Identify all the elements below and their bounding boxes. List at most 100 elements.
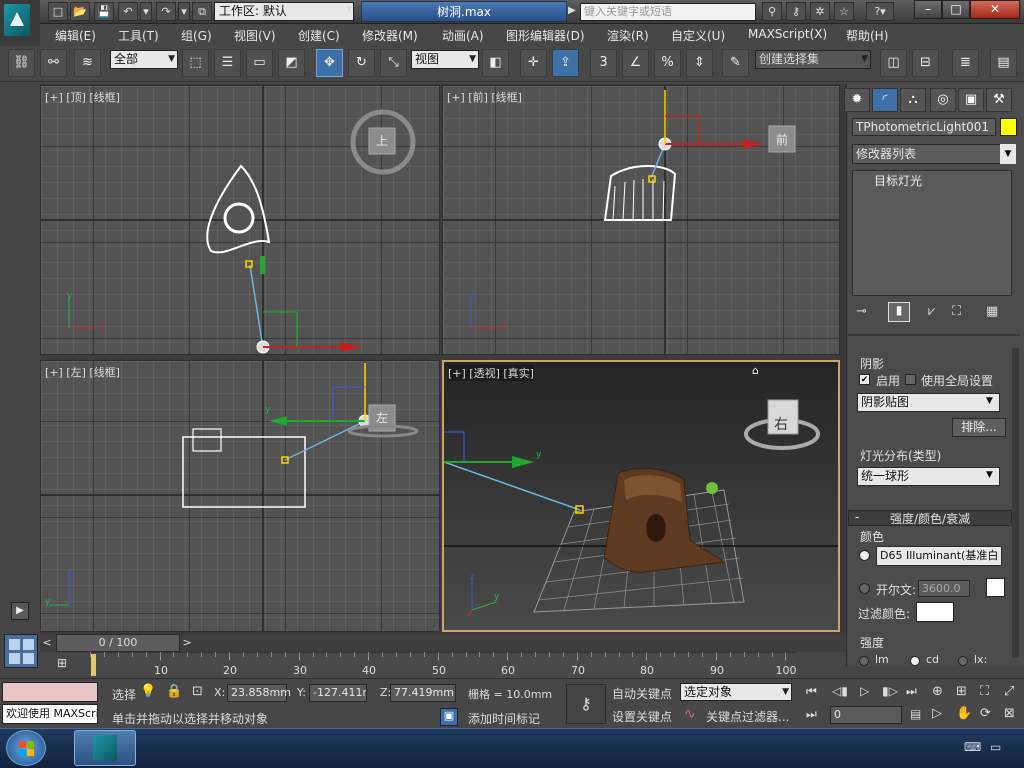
viewport-left[interactable]: [+] [左] [线框] 左 z y y — [40, 360, 440, 632]
layer-manager-icon[interactable]: ≣ — [952, 49, 979, 77]
menu-maxscript[interactable]: MAXScript(X) — [748, 27, 827, 41]
bind-spacewarp-icon[interactable]: ≋ — [74, 49, 101, 77]
candela-radio[interactable] — [910, 656, 920, 666]
configure-sets-icon[interactable]: ▦ — [986, 304, 998, 319]
time-slider-thumb[interactable]: 0 / 100 — [56, 634, 180, 652]
menu-customize[interactable]: 自定义(U) — [671, 27, 725, 44]
z-coordinate-field[interactable]: 77.419mm — [390, 684, 456, 702]
selection-region-icon[interactable]: ▭ — [246, 49, 273, 77]
redo-button[interactable]: ↷ — [156, 2, 176, 21]
kelvin-color-swatch[interactable] — [986, 578, 1005, 597]
undo-dropdown[interactable]: ▾ — [140, 2, 152, 21]
unlink-icon[interactable]: ⚯ — [40, 49, 67, 77]
dropdown-chevron-icon[interactable]: ▼ — [1000, 144, 1016, 164]
color-preset-select[interactable]: D65 Illuminant(基准白 — [876, 546, 1002, 566]
mirror-icon[interactable]: ◫ — [880, 49, 907, 77]
absolute-mode-icon[interactable]: ⊡ — [192, 684, 203, 699]
isolate-icon[interactable]: 💡 — [140, 684, 156, 699]
link-icon[interactable]: ⛓ — [8, 49, 35, 77]
view-cube-label[interactable]: 上 — [376, 132, 388, 149]
field-of-view-icon[interactable]: ▷ — [932, 706, 942, 721]
menu-rendering[interactable]: 渲染(R) — [607, 27, 649, 44]
toggle-ribbon-icon[interactable]: ▤ — [990, 49, 1017, 77]
maximize-button[interactable]: □ — [942, 0, 970, 19]
menu-graph-editors[interactable]: 图形编辑器(D) — [506, 27, 585, 44]
stack-item[interactable]: 目标灯光 — [874, 172, 922, 189]
orbit-icon[interactable]: ⟳ — [980, 706, 991, 721]
expand-arrow-icon[interactable]: ▶ — [568, 5, 576, 16]
rollout-collapse-icon[interactable]: - — [855, 510, 859, 524]
rotate-icon[interactable]: ↻ — [348, 49, 375, 77]
kelvin-radio[interactable] — [859, 583, 870, 594]
next-frame-icon[interactable]: > — [180, 634, 194, 652]
new-file-button[interactable]: □ — [48, 2, 68, 21]
zoom-extents-icon[interactable]: ⛶ — [980, 684, 989, 699]
auto-key-button[interactable]: 自动关键点 — [612, 685, 672, 702]
binoculars-icon[interactable]: ⚲ — [762, 2, 782, 21]
spinner-snap-icon[interactable]: ⇕ — [686, 49, 713, 77]
go-to-end-icon[interactable]: ⏭ — [906, 684, 917, 699]
shadow-enable-checkbox[interactable]: ✔ — [859, 374, 870, 385]
prev-frame-icon[interactable]: < — [40, 634, 54, 652]
menu-tools[interactable]: 工具(T) — [118, 27, 159, 44]
menu-help[interactable]: 帮助(H) — [846, 27, 888, 44]
viewport-label[interactable]: [+] [透视] [真实] — [448, 365, 534, 381]
save-button[interactable]: 💾 — [94, 2, 114, 21]
app-menu-button[interactable] — [0, 0, 40, 46]
create-tab-icon[interactable]: ✹ — [844, 88, 870, 112]
percent-snap-icon[interactable]: % — [654, 49, 681, 77]
home-icon[interactable]: ⌂ — [752, 364, 759, 377]
utilities-tab-icon[interactable]: ⚒ — [986, 88, 1012, 112]
use-global-checkbox[interactable] — [905, 374, 916, 385]
menu-create[interactable]: 创建(C) — [298, 27, 340, 44]
zoom-icon[interactable]: ⊕ — [932, 684, 943, 699]
open-file-button[interactable]: 📂 — [70, 2, 90, 21]
display-tab-icon[interactable]: ▣ — [958, 88, 984, 112]
viewport-front[interactable]: [+] [前] [线框] 前 z x — [442, 85, 840, 355]
manipulate-icon[interactable]: ✛ — [520, 49, 547, 77]
kelvin-value-field[interactable]: 3600.0 — [918, 580, 970, 597]
menu-modifiers[interactable]: 修改器(M) — [362, 27, 418, 44]
selection-filter-select[interactable]: 全部 — [110, 50, 178, 69]
viewport-layout-icon[interactable] — [4, 634, 38, 668]
taskbar-3dsmax-button[interactable] — [74, 730, 136, 766]
remove-modifier-icon[interactable]: ⛶ — [952, 304, 961, 319]
add-time-tag-button[interactable]: 添加时间标记 — [468, 710, 540, 727]
edit-named-selection-icon[interactable]: ✎ — [722, 49, 749, 77]
x-coordinate-field[interactable]: 23.858mm — [227, 684, 291, 702]
key-icon[interactable]: ⚷ — [786, 2, 806, 21]
viewport-label[interactable]: [+] [顶] [线框] — [45, 89, 120, 105]
zoom-extents-all-icon[interactable]: ⤢ — [1004, 684, 1014, 699]
object-name-field[interactable]: TPhotometricLight001 — [852, 118, 996, 136]
next-key-icon[interactable]: ▮▷ — [882, 684, 898, 698]
expand-panel-icon[interactable]: ▶ — [11, 602, 29, 620]
key-mode-toggle-icon[interactable]: ⏭ — [806, 707, 817, 722]
menu-group[interactable]: 组(G) — [181, 27, 212, 44]
keyboard-shortcut-icon[interactable]: ⇪ — [552, 49, 579, 77]
help-button[interactable]: ?▾ — [866, 2, 894, 21]
color-preset-radio[interactable] — [859, 550, 870, 561]
lux-radio[interactable] — [958, 656, 968, 666]
select-by-name-icon[interactable]: ☰ — [214, 49, 241, 77]
scale-icon[interactable]: ⤡ — [380, 49, 407, 77]
window-crossing-icon[interactable]: ◩ — [278, 49, 305, 77]
menu-edit[interactable]: 编辑(E) — [55, 27, 96, 44]
viewport-top[interactable]: [+] [顶] [线框] 上 y x — [40, 85, 440, 355]
align-icon[interactable]: ⊟ — [912, 49, 939, 77]
lumen-radio[interactable] — [859, 656, 869, 666]
reference-coord-select[interactable]: 视图 — [411, 50, 479, 69]
previous-key-icon[interactable]: ◁▮ — [832, 684, 848, 698]
view-cube-label[interactable]: 前 — [776, 131, 788, 148]
undo-button[interactable]: ↶ — [118, 2, 138, 21]
curve-editor-icon[interactable]: ⊞ — [48, 656, 76, 674]
move-icon[interactable]: ✥ — [316, 49, 343, 77]
current-frame-field[interactable]: 0 — [830, 706, 902, 724]
project-folder-button[interactable]: ⧉ — [192, 2, 212, 21]
set-key-icon[interactable]: ⚷ — [566, 684, 606, 724]
snaps-toggle-icon[interactable]: 3 — [590, 49, 617, 77]
view-cube-label[interactable]: 左 — [376, 409, 388, 426]
set-key-button[interactable]: 设置关键点 — [612, 708, 672, 725]
distribution-select[interactable]: 统一球形 — [857, 467, 1000, 486]
zoom-all-icon[interactable]: ⊞ — [956, 684, 967, 699]
maxscript-listener-red[interactable] — [2, 682, 98, 702]
